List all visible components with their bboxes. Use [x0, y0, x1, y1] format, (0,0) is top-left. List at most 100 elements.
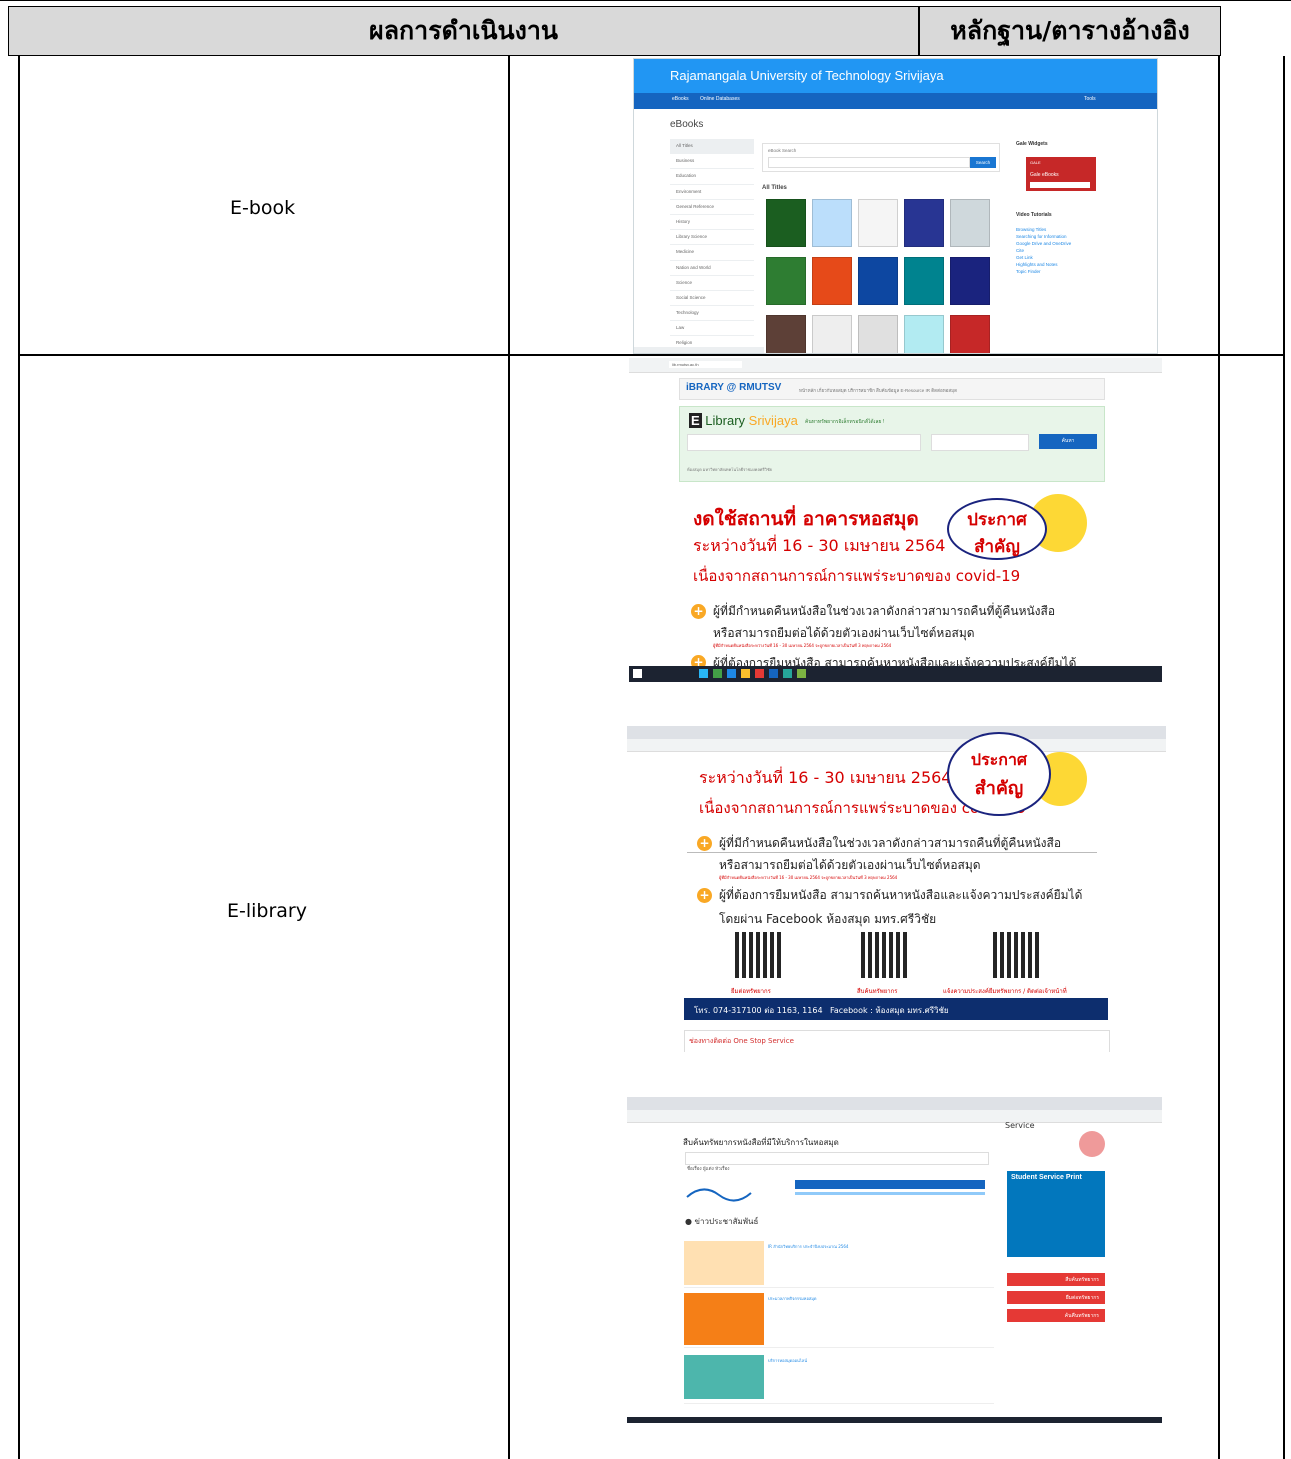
browser-tabs	[627, 726, 1166, 739]
qr-code-renew[interactable]	[735, 932, 781, 978]
news-item[interactable]: ประมวลภาพกิจกรรมหอสมุด	[684, 1291, 994, 1348]
category-item[interactable]: Nation and World	[670, 261, 754, 276]
bullet-1-line-2: หรือสามารถยืมต่อได้ด้วยตัวเองผ่านเว็บไซต…	[719, 858, 981, 872]
address-bar[interactable]: lib.rmutsv.ac.th	[669, 361, 742, 368]
elibrary-search-button[interactable]: ค้นหา	[1039, 434, 1097, 449]
book-cover[interactable]	[904, 199, 944, 247]
ebook-search-input[interactable]	[768, 157, 970, 168]
qr-label-renew: ยืมต่อทรัพยากร	[731, 988, 771, 995]
category-item[interactable]: Business	[670, 154, 754, 170]
book-cover[interactable]	[766, 199, 806, 247]
tutorial-link[interactable]: Cite	[1016, 247, 1106, 254]
announcement-oval: ประกาศ สำคัญ	[947, 732, 1051, 816]
category-item[interactable]: Library Science	[670, 230, 754, 246]
qr-code-contact[interactable]	[993, 932, 1039, 978]
news-title[interactable]: บริการหอสมุดออนไลน์	[768, 1357, 807, 1364]
book-cover[interactable]	[812, 257, 852, 305]
book-cover[interactable]	[766, 315, 806, 353]
tutorial-link[interactable]: Topic Finder	[1016, 268, 1106, 275]
plus-icon: +	[691, 604, 706, 619]
news-item[interactable]: IR สำนักวิทยบริการ ประจำปีงบประมาณ 2564	[684, 1239, 994, 1288]
book-cover[interactable]	[812, 315, 852, 353]
renew-resources-button[interactable]: ยืมต่อทรัพยากร	[1007, 1291, 1105, 1304]
bullet-1-note: ผู้ที่มีกำหนดคืนหนังสือระหว่างวันที่ 16 …	[713, 643, 892, 648]
news-heading: ● ข่าวประชาสัมพันธ์	[685, 1215, 758, 1228]
book-cover[interactable]	[950, 257, 990, 305]
tutorial-link[interactable]: Google Drive and OneDrive	[1016, 240, 1106, 247]
book-cover[interactable]	[950, 199, 990, 247]
category-item[interactable]: Science	[670, 276, 754, 291]
book-cover[interactable]	[858, 315, 898, 353]
renew-resources-label: ยืมต่อทรัพยากร	[1065, 1295, 1099, 1301]
page-top-rule	[0, 0, 1291, 1]
category-item[interactable]: Medicine	[670, 245, 754, 261]
contact-facebook[interactable]: Facebook : ห้องสมุด มทร.ศรีวิชัย	[830, 1004, 949, 1017]
site-nav: eBooks Online Databases Tools	[634, 93, 1157, 109]
library-nav-items[interactable]: หน้าหลัก เกี่ยวกับหอสมุด บริการสมาชิก สื…	[799, 387, 957, 394]
category-item[interactable]: History	[670, 215, 754, 231]
app-icon[interactable]	[699, 669, 708, 678]
category-item[interactable]: Law	[670, 321, 754, 337]
tutorial-link[interactable]: Searching for Information	[1016, 233, 1106, 240]
elibrary-screenshot-3: Service สืบค้นทรัพยากรหนังสือที่มีให้บริ…	[627, 1097, 1162, 1423]
nav-ebooks[interactable]: eBooks	[672, 96, 689, 102]
book-cover[interactable]	[950, 315, 990, 353]
gale-widgets-heading: Gale Widgets	[1016, 141, 1048, 147]
library-logo[interactable]: iBRARY @ RMUTSV	[686, 382, 781, 393]
gale-search-input[interactable]	[1030, 182, 1090, 188]
category-item[interactable]: General Reference	[670, 200, 754, 215]
table-col-divider-2	[1218, 56, 1220, 1459]
taskbar	[627, 1417, 1162, 1423]
ebooks-heading: eBooks	[670, 119, 704, 130]
news-icon: ●	[685, 1217, 695, 1226]
book-cover[interactable]	[766, 257, 806, 305]
nav-online-databases[interactable]: Online Databases	[700, 96, 740, 102]
app-icon[interactable]	[713, 669, 722, 678]
tutorial-link[interactable]: Highlights and Notes	[1016, 261, 1106, 268]
app-icon[interactable]	[769, 669, 778, 678]
app-icon[interactable]	[797, 669, 806, 678]
app-icon[interactable]	[727, 669, 736, 678]
qr-label-contact: แจ้งความประสงค์ยืมทรัพยากร / ติดต่อเจ้าห…	[943, 988, 1067, 995]
category-item[interactable]: All Titles	[670, 139, 754, 155]
app-icon[interactable]	[741, 669, 750, 678]
app-icon[interactable]	[783, 669, 792, 678]
ir-banner[interactable]	[685, 1177, 1005, 1203]
category-item[interactable]: Environment	[670, 185, 754, 200]
elibrary-search-input[interactable]	[687, 434, 921, 451]
category-item[interactable]: Social Science	[670, 291, 754, 307]
news-item[interactable]: บริการหอสมุดออนไลน์	[684, 1353, 994, 1404]
catalog-search-options[interactable]: ชื่อเรื่อง ผู้แต่ง หัวเรื่อง	[687, 1165, 729, 1172]
news-thumbnail	[684, 1355, 764, 1399]
nav-tools[interactable]: Tools	[1084, 96, 1096, 102]
book-cover[interactable]	[858, 257, 898, 305]
category-item[interactable]: Education	[670, 169, 754, 185]
news-title[interactable]: IR สำนักวิทยบริการ ประจำปีงบประมาณ 2564	[768, 1243, 848, 1250]
bullet-1-line-2: หรือสามารถยืมต่อได้ด้วยตัวเองผ่านเว็บไซต…	[713, 626, 975, 640]
tutorial-link[interactable]: Get Link	[1016, 254, 1106, 261]
app-icon[interactable]	[755, 669, 764, 678]
row-label-elibrary: E-library	[227, 900, 307, 922]
ebook-search-button[interactable]: Search	[970, 157, 996, 168]
qr-code-search[interactable]	[861, 932, 907, 978]
book-cover[interactable]	[858, 199, 898, 247]
catalog-search-input[interactable]	[685, 1152, 989, 1165]
tutorial-link[interactable]: Browsing Titles	[1016, 226, 1106, 233]
header-evidence: หลักฐาน/ตารางอ้างอิง	[950, 16, 1190, 45]
news-thumbnail	[684, 1241, 764, 1285]
book-cover[interactable]	[904, 257, 944, 305]
search-resources-button[interactable]: สืบค้นทรัพยากร	[1007, 1273, 1105, 1286]
book-cover[interactable]	[904, 315, 944, 353]
news-title[interactable]: ประมวลภาพกิจกรรมหอสมุด	[768, 1295, 817, 1302]
windows-icon[interactable]	[633, 669, 642, 678]
student-service-print-label: Student Service Print	[1011, 1174, 1082, 1181]
search-resources-label: สืบค้นทรัพยากร	[1065, 1277, 1099, 1283]
book-cover[interactable]	[812, 199, 852, 247]
elibrary-search-select[interactable]	[931, 434, 1029, 451]
student-service-print-banner[interactable]: Student Service Print	[1007, 1171, 1105, 1257]
table-col-divider-1	[508, 56, 510, 1459]
category-item[interactable]: Technology	[670, 306, 754, 322]
return-resources-button[interactable]: ค้นคืนทรัพยากร	[1007, 1309, 1105, 1322]
avatar	[1079, 1131, 1105, 1157]
bullet-1-line-1: ผู้ที่มีกำหนดคืนหนังสือในช่วงเวลาดังกล่า…	[713, 604, 1056, 618]
